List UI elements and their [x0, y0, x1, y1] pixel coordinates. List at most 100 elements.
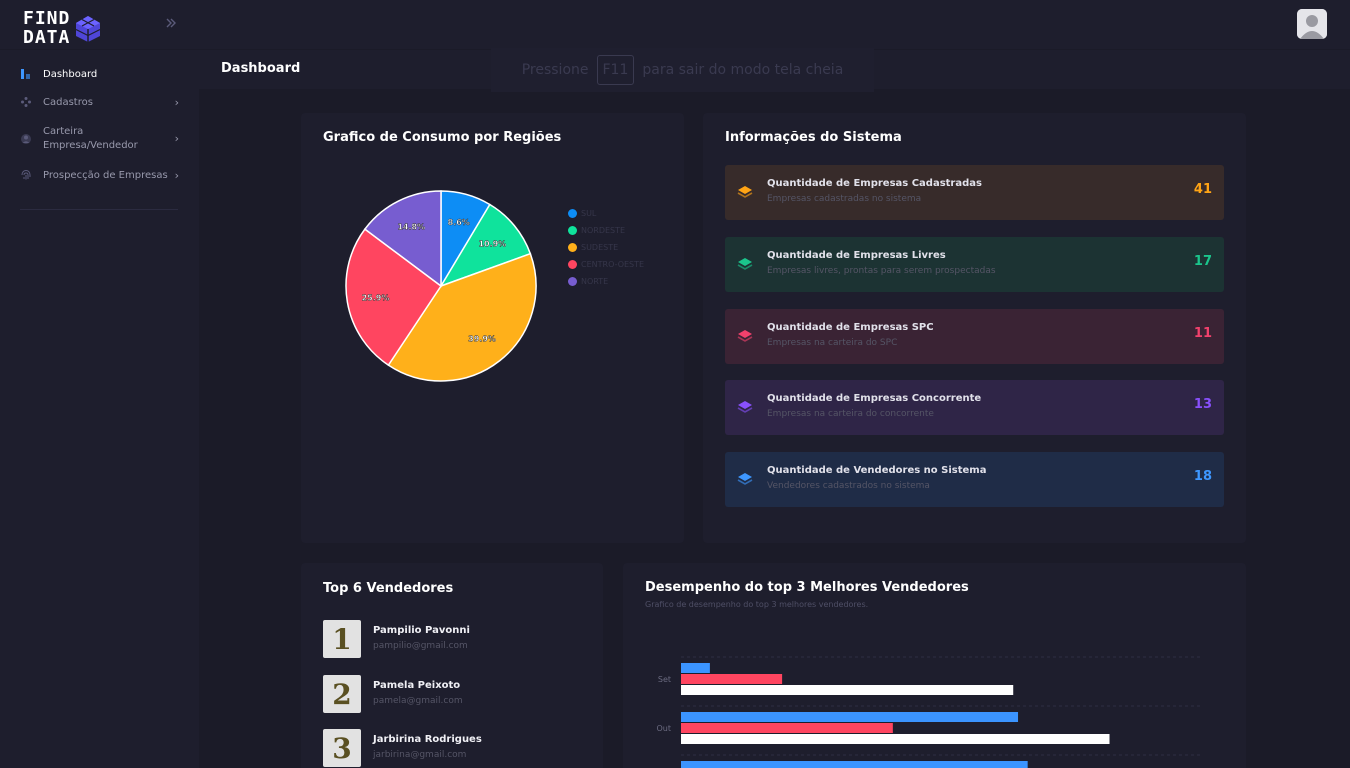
rank-badge: 3 — [323, 729, 361, 767]
pie-chart-card: Grafico de Consumo por Regiões 8.6% 10.9%… — [301, 113, 684, 543]
chevron-right-icon: › — [174, 132, 179, 145]
bar-category-label: Set — [658, 675, 671, 684]
sidebar-divider — [20, 209, 178, 210]
sidebar-item-label: Cadastros — [43, 96, 93, 108]
user-avatar-icon — [1297, 9, 1327, 39]
bar-series-2[interactable] — [681, 685, 1014, 695]
dashboard-icon — [20, 68, 32, 80]
legend-item[interactable]: SUL — [568, 205, 644, 222]
layers-icon — [737, 186, 753, 198]
fullscreen-key: F11 — [596, 55, 635, 85]
stat-value: 18 — [1193, 469, 1212, 484]
sidebar: FIND DATA Dashboard Cadastros › Carteira… — [0, 0, 199, 768]
stat-title: Quantidade de Empresas Livres — [767, 250, 946, 261]
legend-marker — [568, 226, 577, 235]
stat-title: Quantidade de Empresas Cadastradas — [767, 178, 982, 189]
top-sellers-title: Top 6 Vendedores — [323, 581, 454, 596]
sidebar-item-dashboard[interactable]: Dashboard — [0, 61, 199, 87]
bar-series-2[interactable] — [681, 734, 1110, 744]
seller-name: Jarbirina Rodrigues — [373, 734, 482, 745]
seller-list-item[interactable]: 3 Jarbirina Rodrigues jarbirina@gmail.com — [323, 729, 583, 767]
system-info-card: Informações do Sistema Quantidade de Emp… — [703, 113, 1246, 543]
stat-value: 11 — [1193, 326, 1212, 341]
seller-email: jarbirina@gmail.com — [373, 750, 467, 760]
stat-card: Quantidade de Empresas Cadastradas Empres… — [725, 165, 1224, 220]
pie-legend: SUL NORDESTE SUDESTE CENTRO-OESTE NORTE — [568, 205, 644, 290]
logo[interactable]: FIND DATA — [23, 9, 113, 49]
legend-item[interactable]: SUDESTE — [568, 239, 644, 256]
stat-title: Quantidade de Empresas SPC — [767, 322, 934, 333]
seller-list-item[interactable]: 1 Pampilio Pavonni pampilio@gmail.com — [323, 620, 583, 658]
chevron-right-icon: › — [174, 168, 179, 182]
layers-icon — [737, 258, 753, 270]
stat-card: Quantidade de Vendedores no Sistema Vende… — [725, 452, 1224, 507]
legend-marker — [568, 209, 577, 218]
sidebar-menu: Dashboard Cadastros › Carteira Empresa/V… — [0, 61, 199, 189]
stat-description: Empresas na carteira do SPC — [767, 338, 898, 348]
region-pie-chart: 8.6% 10.9% 39.9% 25.9% 14.8% — [345, 190, 537, 382]
performance-card: Desempenho do top 3 Melhores Vendedores … — [623, 563, 1246, 768]
sidebar-item-label: Carteira Empresa/Vendedor — [43, 126, 138, 151]
rank-badge: 2 — [323, 675, 361, 713]
bar-series-1[interactable] — [681, 674, 783, 684]
performance-subtitle: Grafico de desempenho do top 3 melhores … — [645, 600, 869, 609]
stat-description: Empresas cadastradas no sistema — [767, 194, 922, 204]
rank-badge: 1 — [323, 620, 361, 658]
sidebar-item-cadastros[interactable]: Cadastros › — [0, 87, 199, 117]
legend-label: CENTRO-OESTE — [581, 260, 645, 269]
seller-email: pampilio@gmail.com — [373, 641, 468, 651]
bar-series-1[interactable] — [681, 723, 893, 733]
legend-item[interactable]: NORTE — [568, 273, 644, 290]
seller-list-item[interactable]: 2 Pamela Peixoto pamela@gmail.com — [323, 675, 583, 713]
stat-description: Vendedores cadastrados no sistema — [767, 481, 930, 491]
sidebar-item-label: Dashboard — [43, 68, 98, 80]
cadastros-icon — [20, 96, 32, 108]
performance-title: Desempenho do top 3 Melhores Vendedores — [645, 580, 969, 595]
stat-title: Quantidade de Empresas Concorrente — [767, 393, 982, 404]
legend-item[interactable]: NORDESTE — [568, 222, 644, 239]
sidebar-item-prospeccao[interactable]: Prospecção de Empresas › — [0, 161, 199, 189]
stat-description: Empresas livres, prontas para serem pros… — [767, 266, 996, 276]
sidebar-item-carteira[interactable]: Carteira Empresa/Vendedor › — [0, 117, 199, 161]
legend-marker — [568, 243, 577, 252]
legend-label: NORDESTE — [581, 226, 626, 235]
topbar — [199, 0, 1350, 49]
sidebar-collapse-button[interactable] — [164, 15, 180, 33]
bar-category-label: Out — [656, 724, 671, 733]
pie-data-label: 10.9% — [478, 240, 506, 249]
stat-description: Empresas na carteira do concorrente — [767, 409, 934, 419]
legend-label: NORTE — [581, 277, 609, 286]
carteira-icon — [20, 133, 32, 145]
stat-card: Quantidade de Empresas Livres Empresas li… — [725, 237, 1224, 292]
bar-series-0[interactable] — [681, 712, 1019, 722]
logo-cube-icon — [75, 16, 101, 42]
sidebar-item-label: Prospecção de Empresas — [43, 169, 168, 181]
chevron-right-icon: › — [174, 95, 179, 109]
legend-item[interactable]: CENTRO-OESTE — [568, 256, 644, 273]
seller-email: pamela@gmail.com — [373, 696, 463, 706]
page-toolbar: Dashboard Pressione F11 para sair do mod… — [199, 48, 1350, 92]
fullscreen-notice: Pressione F11 para sair do modo tela che… — [491, 48, 874, 92]
layers-icon — [737, 401, 753, 413]
pie-data-label: 14.8% — [397, 223, 425, 232]
bar-series-0[interactable] — [681, 761, 1028, 768]
pie-data-label: 25.9% — [362, 293, 390, 302]
legend-marker — [568, 260, 577, 269]
pie-data-label: 8.6% — [448, 218, 470, 227]
pie-chart-title: Grafico de Consumo por Regiões — [323, 130, 562, 145]
user-avatar[interactable] — [1297, 9, 1327, 39]
bar-series-0[interactable] — [681, 663, 710, 673]
fingerprint-icon — [20, 169, 32, 181]
stat-card: Quantidade de Empresas SPC Empresas na ca… — [725, 309, 1224, 364]
system-info-title: Informações do Sistema — [725, 130, 902, 145]
pie-data-label: 39.9% — [468, 334, 496, 343]
fullscreen-notice-suffix: para sair do modo tela cheia — [642, 62, 844, 78]
stat-value: 41 — [1193, 182, 1212, 197]
top-sellers-card: Top 6 Vendedores 1 Pampilio Pavonni pampil… — [301, 563, 603, 768]
performance-bar-chart: SetOutNov — [656, 656, 1201, 768]
page-title: Dashboard — [221, 61, 301, 76]
legend-marker — [568, 277, 577, 286]
layers-icon — [737, 330, 753, 342]
seller-name: Pampilio Pavonni — [373, 625, 470, 636]
stat-title: Quantidade de Vendedores no Sistema — [767, 465, 987, 476]
